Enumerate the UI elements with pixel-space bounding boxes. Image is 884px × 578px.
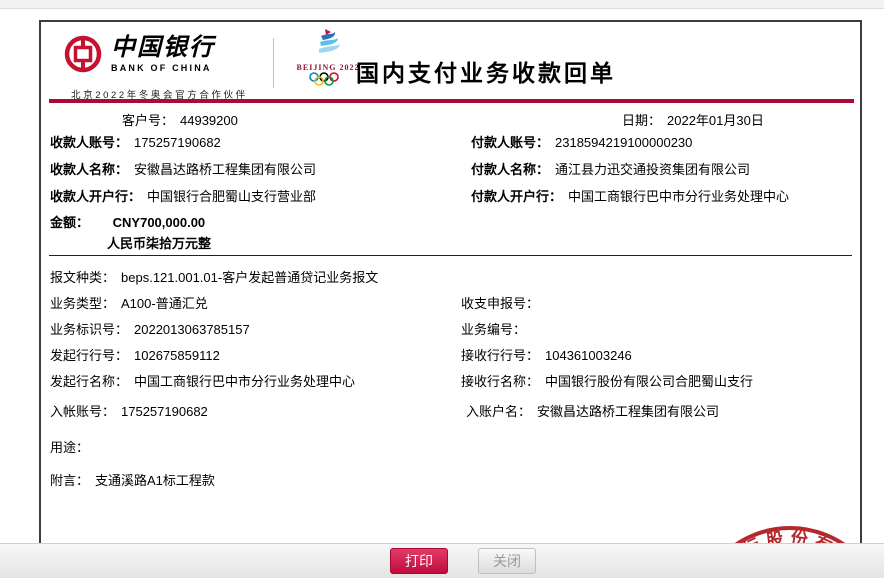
date-field: 日期： 2022年01月30日 bbox=[622, 110, 764, 129]
date-label: 日期： bbox=[622, 113, 662, 128]
sender-no-row: 发起行行号： 102675859112 接收行行号： 104361003246 bbox=[50, 345, 632, 364]
action-buttons: 打印 关闭 bbox=[390, 548, 536, 574]
payee-account-value: 175257190682 bbox=[134, 135, 221, 150]
sender-name-row: 发起行名称： 中国工商银行巴中市分行业务处理中心 接收行名称： 中国银行股份有限公司… bbox=[50, 371, 753, 390]
biz-type-row: 业务类型： A100-普通汇兑 收支申报号： bbox=[50, 293, 539, 312]
receipt-panel: 中国银行 BANK OF CHINA BEIJING 2022 国内支付业务收款… bbox=[39, 20, 862, 543]
payee-name-label: 收款人名称： bbox=[50, 162, 129, 177]
sender-name-label: 发起行名称： bbox=[50, 374, 129, 389]
amount-in-words: 人民币柒拾万元整 bbox=[107, 236, 212, 251]
header-red-rule bbox=[49, 99, 854, 103]
payer-name-field: 付款人名称： 通江县力迅交通投资集团有限公司 bbox=[471, 159, 750, 178]
action-bar: 打印 关闭 bbox=[0, 543, 884, 578]
purpose-row: 用途： bbox=[50, 437, 95, 456]
payee-bank-label: 收款人开户行： bbox=[50, 189, 142, 204]
customer-number-field: 客户号： 44939200 bbox=[122, 110, 238, 129]
biz-type-label: 业务类型： bbox=[50, 296, 116, 311]
boc-name-cn: 中国银行 bbox=[111, 34, 215, 61]
credit-name-value: 安徽昌达路桥工程集团有限公司 bbox=[537, 404, 720, 419]
payee-account-row: 收款人账号： 175257190682 付款人账号： 231859421910000… bbox=[50, 132, 692, 151]
credit-account-row: 入帐账号： 175257190682 入账户名： 安徽昌达路桥工程集团有限公司 bbox=[50, 401, 719, 420]
payer-account-value: 2318594219100000230 bbox=[555, 135, 693, 150]
sender-no-value: 102675859112 bbox=[134, 348, 220, 363]
receiver-name-label: 接收行名称： bbox=[461, 374, 540, 389]
payer-name-label: 付款人名称： bbox=[471, 162, 550, 177]
receiver-no-label: 接收行行号： bbox=[461, 348, 540, 363]
credit-name-field: 入账户名： 安徽昌达路桥工程集团有限公司 bbox=[466, 401, 719, 420]
declare-no-label: 收支申报号： bbox=[461, 296, 540, 311]
remark-value: 支通溪路A1标工程款 bbox=[95, 473, 215, 488]
payer-account-label: 付款人账号： bbox=[471, 135, 550, 150]
receiver-no-field: 接收行行号： 104361003246 bbox=[461, 345, 632, 364]
biz-id-value: 2022013063785157 bbox=[134, 322, 250, 337]
payer-bank-value: 中国工商银行巴中市分行业务处理中心 bbox=[568, 189, 790, 204]
page-title: 国内支付业务收款回单 bbox=[356, 61, 616, 86]
declare-no-field: 收支申报号： bbox=[461, 293, 545, 312]
customer-number-label: 客户号： bbox=[122, 113, 175, 128]
print-button[interactable]: 打印 bbox=[390, 548, 448, 574]
payee-name-row: 收款人名称： 安徽昌达路桥工程集团有限公司 付款人名称： 通江县力迅交通投资集团有限… bbox=[50, 159, 750, 178]
boc-wordmark: 中国银行 BANK OF CHINA bbox=[111, 36, 215, 73]
payer-bank-label: 付款人开户行： bbox=[471, 189, 563, 204]
boc-name-en: BANK OF CHINA bbox=[111, 62, 212, 73]
credit-name-label: 入账户名： bbox=[466, 404, 532, 419]
biz-no-field: 业务编号： bbox=[461, 319, 532, 338]
sender-no-label: 发起行行号： bbox=[50, 348, 129, 363]
payee-name-value: 安徽昌达路桥工程集团有限公司 bbox=[134, 162, 317, 177]
credit-account-label: 入帐账号： bbox=[50, 404, 116, 419]
boc-logo: 中国银行 BANK OF CHINA bbox=[63, 34, 215, 74]
payer-account-field: 付款人账号： 2318594219100000230 bbox=[471, 132, 692, 151]
date-value: 2022年01月30日 bbox=[667, 113, 764, 128]
payer-name-value: 通江县力迅交通投资集团有限公司 bbox=[555, 162, 751, 177]
payer-bank-field: 付款人开户行： 中国工商银行巴中市分行业务处理中心 bbox=[471, 186, 789, 205]
payee-bank-value: 中国银行合肥蜀山支行营业部 bbox=[147, 189, 317, 204]
receiver-name-value: 中国银行股份有限公司合肥蜀山支行 bbox=[545, 374, 754, 389]
section-divider bbox=[49, 255, 852, 256]
biz-id-label: 业务标识号： bbox=[50, 322, 129, 337]
amount-label: 金额： bbox=[50, 215, 90, 230]
browser-top-strip bbox=[0, 0, 884, 9]
credit-account-value: 175257190682 bbox=[121, 404, 208, 419]
amount-row: 金额： CNY700,000.00 bbox=[50, 212, 205, 231]
bank-seal: 中国银行股份有限公司 bbox=[694, 526, 860, 543]
remark-row: 附言： 支通溪路A1标工程款 bbox=[50, 470, 215, 489]
receiver-name-field: 接收行名称： 中国银行股份有限公司合肥蜀山支行 bbox=[461, 371, 753, 390]
message-type-row: 报文种类： beps.121.001.01-客户发起普通贷记业务报文 bbox=[50, 267, 378, 286]
message-type-label: 报文种类： bbox=[50, 270, 116, 285]
message-type-value: beps.121.001.01-客户发起普通贷记业务报文 bbox=[121, 270, 379, 285]
biz-no-label: 业务编号： bbox=[461, 322, 527, 337]
purpose-label: 用途： bbox=[50, 440, 90, 455]
biz-id-row: 业务标识号： 2022013063785157 业务编号： bbox=[50, 319, 526, 338]
logo-divider bbox=[273, 38, 274, 88]
remark-label: 附言： bbox=[50, 473, 90, 488]
sender-name-value: 中国工商银行巴中市分行业务处理中心 bbox=[134, 374, 356, 389]
amount-value: CNY700,000.00 bbox=[112, 215, 206, 230]
customer-number-value: 44939200 bbox=[180, 113, 238, 128]
payee-bank-row: 收款人开户行： 中国银行合肥蜀山支行营业部 付款人开户行： 中国工商银行巴中市分行业… bbox=[50, 186, 789, 205]
close-button[interactable]: 关闭 bbox=[478, 548, 536, 574]
biz-type-value: A100-普通汇兑 bbox=[121, 296, 208, 311]
boc-emblem-icon bbox=[64, 35, 102, 73]
payee-account-label: 收款人账号： bbox=[50, 135, 129, 150]
receiver-no-value: 104361003246 bbox=[545, 348, 632, 363]
